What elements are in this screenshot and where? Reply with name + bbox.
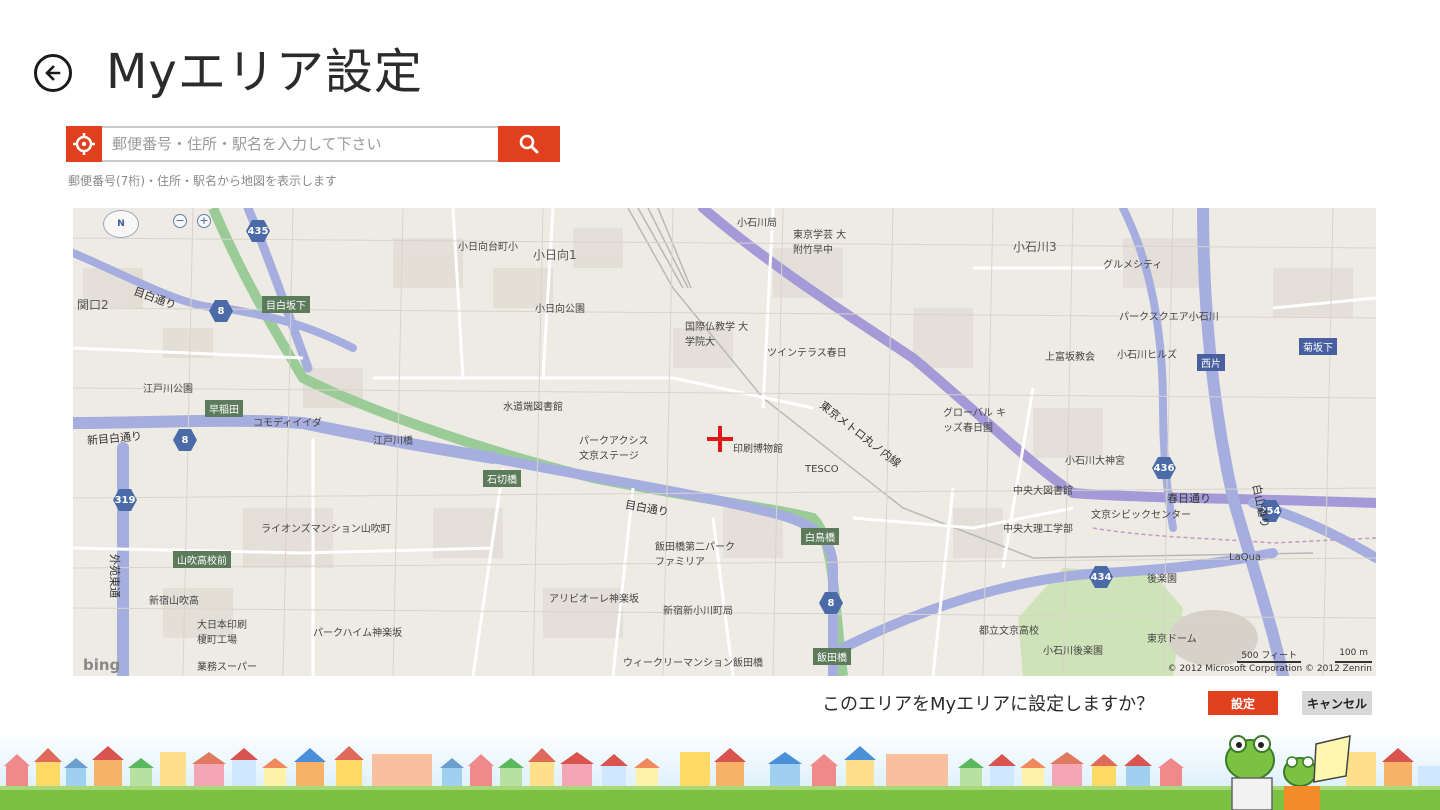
poi-label: 文京シビックセンター: [1091, 510, 1191, 521]
map-center-marker: [707, 426, 733, 452]
station-label: 石切橋: [483, 470, 521, 487]
poi-label: 新宿山吹高: [149, 596, 199, 607]
search-button[interactable]: [498, 126, 560, 162]
poi-label: ライオンズマンション山吹町: [261, 524, 391, 535]
zoom-out-button[interactable]: −: [173, 214, 187, 228]
poi-label: 東京学芸 大附竹早中: [793, 230, 847, 256]
zoom-out-icon: −: [175, 214, 185, 227]
road-label: 外苑東通: [108, 554, 121, 598]
poi-label: コモディイイダ: [253, 418, 322, 429]
page: Myエリア設定 郵便番号(7桁)・住所・駅名から地図を表示します: [0, 0, 1440, 810]
poi-label: グローバル キッズ春日園: [943, 408, 1007, 434]
zoom-in-button[interactable]: +: [197, 214, 211, 228]
back-arrow-icon: [45, 65, 61, 81]
poi-label: アリビオーレ神楽坂: [549, 594, 639, 605]
search-hint: 郵便番号(7桁)・住所・駅名から地図を表示します: [68, 174, 337, 188]
station-label: 早稲田: [205, 400, 243, 417]
poi-label: グルメシティ: [1103, 260, 1163, 271]
poi-label: 国際仏教学 大学院大: [685, 322, 749, 348]
poi-label: 小石川後楽園: [1043, 646, 1103, 657]
poi-label: 小日向公園: [535, 304, 585, 315]
search-bar: [66, 126, 560, 162]
poi-label: 新宿新小川町局: [663, 606, 733, 617]
map-view[interactable]: N − + 435 8 8 319 436 434 8 254 目白坂下 早稲田…: [73, 208, 1376, 676]
road-label: 春日通り: [1167, 492, 1211, 505]
area-label: 関口2: [77, 298, 109, 312]
area-label: 小石川3: [1013, 240, 1057, 254]
area-label: 小日向1: [533, 248, 577, 262]
scale-meters: 100 m: [1335, 648, 1372, 663]
town-illustration: [0, 730, 1440, 810]
poi-label: ツインテラス春日: [767, 348, 847, 359]
page-title: Myエリア設定: [106, 44, 423, 100]
station-label: 飯田橋: [813, 648, 851, 665]
poi-label: ウィークリーマンション飯田橋: [623, 658, 763, 669]
poi-label: 小石川大神宮: [1065, 456, 1125, 467]
poi-label: パークスクエア小石川: [1119, 312, 1219, 323]
poi-label: 水道端図書館: [503, 402, 563, 413]
poi-label: 業務スーパー: [197, 662, 257, 673]
poi-label: 都立文京高校: [979, 626, 1039, 637]
scale-feet: 500 フィート: [1237, 648, 1302, 663]
poi-label: 小日向台町小: [458, 242, 518, 253]
poi-label: 後楽園: [1147, 574, 1177, 585]
map-scale: 500 フィート 100 m: [1237, 648, 1372, 663]
poi-label: パークハイム神楽坂: [313, 628, 403, 639]
poi-label: 小石川局: [737, 218, 777, 229]
station-label: 西片: [1197, 354, 1225, 371]
station-label: 山吹高校前: [173, 551, 231, 568]
poi-label: 中央大図書館: [1013, 486, 1073, 497]
cancel-button[interactable]: キャンセル: [1302, 691, 1372, 715]
bing-logo: bing: [83, 656, 121, 674]
zoom-in-icon: +: [199, 214, 209, 227]
poi-label: 中央大理工学部: [1003, 524, 1073, 535]
map-copyright: © 2012 Microsoft Corporation © 2012 Zenr…: [1167, 664, 1372, 674]
back-button[interactable]: [34, 54, 72, 92]
compass-label: N: [117, 219, 125, 229]
poi-label: TESCO: [805, 464, 839, 475]
poi-label: LaQua: [1229, 552, 1262, 563]
poi-label: 江戸川橋: [373, 436, 413, 447]
locate-icon: [73, 133, 95, 155]
poi-label: 印刷博物館: [733, 444, 783, 455]
poi-label: 上富坂教会: [1045, 352, 1095, 363]
poi-label: 江戸川公園: [143, 384, 193, 395]
current-location-button[interactable]: [66, 126, 102, 162]
station-label: 菊坂下: [1299, 338, 1337, 355]
poi-label: 飯田橋第二パーク ファミリア: [655, 542, 735, 568]
search-input[interactable]: [102, 126, 556, 162]
station-label: 白鳥橋: [801, 528, 839, 545]
set-button[interactable]: 設定: [1208, 691, 1278, 715]
station-label: 目白坂下: [262, 296, 310, 313]
poi-label: 東京ドーム: [1147, 634, 1197, 645]
compass-button[interactable]: N: [103, 210, 139, 238]
poi-label: 大日本印刷 榎町工場: [197, 620, 247, 646]
confirm-question: このエリアをMyエリアに設定しますか？: [822, 694, 1155, 715]
poi-label: 小石川ヒルズ: [1117, 350, 1177, 361]
search-icon: [519, 134, 539, 154]
poi-label: パークアクシス 文京ステージ: [579, 436, 649, 462]
